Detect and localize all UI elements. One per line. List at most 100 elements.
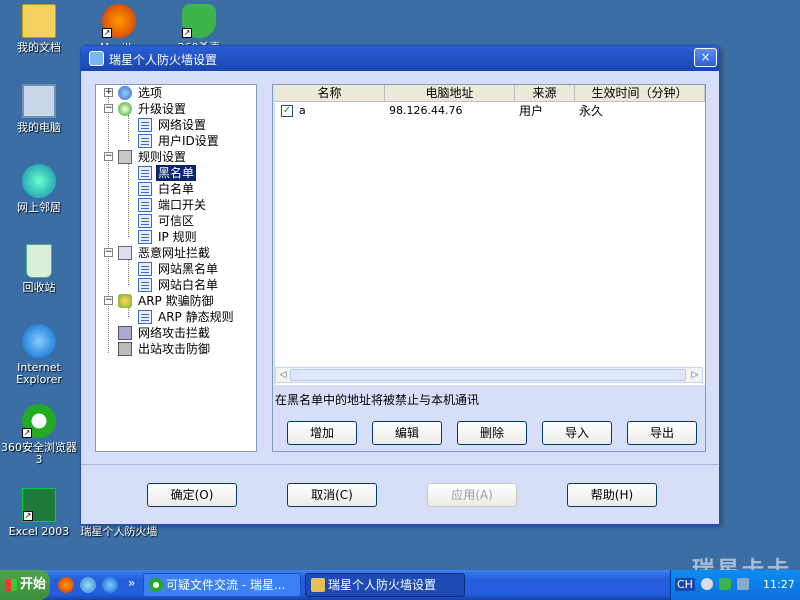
language-indicator[interactable]: CH xyxy=(675,578,695,591)
window-title: 瑞星个人防火墙设置 xyxy=(109,53,218,67)
delete-button[interactable]: 删除 xyxy=(457,421,527,445)
taskbar-item-firewall-settings[interactable]: 瑞星个人防火墙设置 xyxy=(305,573,465,597)
folder-icon xyxy=(22,4,56,38)
tree-item-label: 选项 xyxy=(138,86,163,100)
doc-icon xyxy=(138,230,152,244)
start-button[interactable]: 开始 xyxy=(0,570,50,600)
import-button[interactable]: 导入 xyxy=(542,421,612,445)
tree-item-label: 白名单 xyxy=(158,182,195,196)
tree-item-label: 出站攻击防御 xyxy=(138,342,211,356)
blacklist-table: 名称 电脑地址 来源 生效时间（分钟） ✓ a 98.126.44.76 用户 … xyxy=(275,85,705,385)
desktop-icon-label: 网上邻居 xyxy=(17,201,61,214)
tree-item-label: 用户ID设置 xyxy=(158,134,219,148)
desktop-icon-360-browser[interactable]: ↗ 360安全浏览器 3 xyxy=(0,404,78,466)
desktop-icon-recycle-bin[interactable]: 回收站 xyxy=(0,244,78,294)
settings-tree: + 选项 − 升级设置 网络设置 用户ID设置 − 规则设置 黑名单 白名单 端… xyxy=(96,85,256,451)
shield-icon: ↗ xyxy=(182,4,216,38)
desktop-icon-label: 瑞星个人防火墙 xyxy=(80,525,158,538)
quicklaunch-more-icon[interactable]: » xyxy=(128,576,135,590)
scrollbar-thumb[interactable] xyxy=(290,369,686,381)
desktop-icon-network[interactable]: 网上邻居 xyxy=(0,164,78,214)
tree-item-label: ARP 欺骗防御 xyxy=(138,294,214,308)
tree-item-label: 恶意网址拦截 xyxy=(138,246,211,260)
column-header-address[interactable]: 电脑地址 xyxy=(385,85,515,102)
column-header-source[interactable]: 来源 xyxy=(515,85,575,102)
table-row[interactable]: ✓ a 98.126.44.76 用户 永久 xyxy=(275,103,705,119)
scroll-right-icon[interactable]: ▷ xyxy=(688,368,702,382)
firewall-app-icon xyxy=(311,578,325,592)
outbound-defense-icon xyxy=(118,342,132,356)
horizontal-scrollbar[interactable]: ◁ ▷ xyxy=(275,367,703,383)
cell-time: 永久 xyxy=(579,104,604,118)
help-button[interactable]: 帮助(H) xyxy=(567,483,657,507)
tree-item-label: 网站白名单 xyxy=(158,278,219,292)
desktop-icon-ie[interactable]: Internet Explorer xyxy=(0,324,78,386)
desktop-icon-label: 360安全浏览器 3 xyxy=(1,441,77,466)
add-button[interactable]: 增加 xyxy=(287,421,357,445)
row-checkbox[interactable]: ✓ xyxy=(281,105,293,117)
fish-quicklaunch-icon[interactable] xyxy=(80,577,96,593)
export-button[interactable]: 导出 xyxy=(627,421,697,445)
tree-line xyxy=(128,115,129,141)
shortcut-arrow-icon: ↗ xyxy=(22,428,32,438)
tray-shield-icon[interactable] xyxy=(719,578,731,590)
firewall-settings-window: 瑞星个人防火墙设置 × + 选项 − 升级设置 网络设置 用户ID设置 − 规则… xyxy=(80,45,720,525)
window-titlebar[interactable]: 瑞星个人防火墙设置 × xyxy=(81,46,719,71)
cell-source: 用户 xyxy=(519,104,544,118)
shortcut-arrow-icon: ↗ xyxy=(23,511,33,521)
apply-button: 应用(A) xyxy=(427,483,517,507)
settings-tree-panel: + 选项 − 升级设置 网络设置 用户ID设置 − 规则设置 黑名单 白名单 端… xyxy=(95,84,257,452)
doc-icon xyxy=(138,182,152,196)
url-block-icon xyxy=(118,246,132,260)
column-header-name[interactable]: 名称 xyxy=(275,85,385,102)
ie-quicklaunch-icon[interactable] xyxy=(102,577,118,593)
taskbar-item-forum[interactable]: 可疑文件交流 - 瑞星... xyxy=(143,573,301,597)
arp-icon xyxy=(118,294,132,308)
excel-icon: ↗ xyxy=(22,488,56,522)
shortcut-arrow-icon: ↗ xyxy=(102,28,112,38)
system-tray: CH 11:27 xyxy=(670,570,800,600)
edit-button[interactable]: 编辑 xyxy=(372,421,442,445)
doc-icon xyxy=(138,166,152,180)
desktop-icon-my-computer[interactable]: 我的电脑 xyxy=(0,84,78,134)
tree-item-label: 升级设置 xyxy=(138,102,187,116)
expand-icon[interactable]: + xyxy=(104,88,113,97)
ok-button[interactable]: 确定(O) xyxy=(147,483,237,507)
browser-360-icon: ↗ xyxy=(22,404,56,438)
tree-item-label: 网站黑名单 xyxy=(158,262,219,276)
desktop-icon-label: 回收站 xyxy=(22,281,56,294)
doc-icon xyxy=(138,134,152,148)
close-button[interactable]: × xyxy=(694,48,717,67)
cancel-button[interactable]: 取消(C) xyxy=(287,483,377,507)
firefox-quicklaunch-icon[interactable] xyxy=(58,577,74,593)
tree-line xyxy=(108,97,109,353)
table-header: 名称 电脑地址 来源 生效时间（分钟） xyxy=(275,85,705,102)
rules-icon xyxy=(118,150,132,164)
collapse-icon[interactable]: − xyxy=(104,248,113,257)
gear-icon xyxy=(118,86,132,100)
network-icon xyxy=(22,164,56,198)
collapse-icon[interactable]: − xyxy=(104,104,113,113)
desktop-icon-excel[interactable]: ↗ Excel 2003 xyxy=(0,488,78,538)
tray-clock-icon[interactable] xyxy=(701,578,713,590)
blacklist-panel: 名称 电脑地址 来源 生效时间（分钟） ✓ a 98.126.44.76 用户 … xyxy=(272,84,706,452)
collapse-icon[interactable]: − xyxy=(104,296,113,305)
tray-network-icon[interactable] xyxy=(737,578,749,590)
tree-item-label: 黑名单 xyxy=(156,165,197,181)
doc-icon xyxy=(138,118,152,132)
cell-name: a xyxy=(299,104,306,117)
taskbar-item-label: 可疑文件交流 - 瑞星... xyxy=(166,578,286,592)
collapse-icon[interactable]: − xyxy=(104,152,113,161)
doc-icon xyxy=(138,262,152,276)
column-header-time[interactable]: 生效时间（分钟） xyxy=(575,85,705,102)
scroll-left-icon[interactable]: ◁ xyxy=(276,368,290,382)
tree-item-label: 网络攻击拦截 xyxy=(138,326,211,340)
tree-item-label: ARP 静态规则 xyxy=(158,310,234,324)
taskbar: 开始 » 可疑文件交流 - 瑞星... 瑞星个人防火墙设置 CH 11:27 xyxy=(0,570,800,600)
desktop-icon-label: 我的文档 xyxy=(17,41,61,54)
desktop-icon-label: Excel 2003 xyxy=(8,525,70,538)
browser-360-icon xyxy=(149,578,163,592)
firefox-icon: ↗ xyxy=(102,4,136,38)
desktop-icon-my-documents[interactable]: 我的文档 xyxy=(0,4,78,54)
desktop-icon-label: 我的电脑 xyxy=(17,121,61,134)
